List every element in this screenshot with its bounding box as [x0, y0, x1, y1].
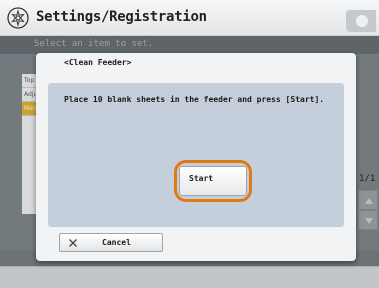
title-bar: Settings/Registration	[0, 0, 379, 36]
status-footer	[0, 266, 379, 288]
instruction-text: Select an item to set.	[34, 39, 154, 49]
cancel-button[interactable]: Cancel	[59, 233, 163, 252]
home-button[interactable]	[346, 10, 376, 32]
instruction-bar: Select an item to set.	[0, 36, 379, 54]
cancel-label: Cancel	[102, 238, 131, 247]
home-icon	[356, 15, 368, 27]
start-button[interactable]: Start	[179, 166, 247, 196]
scroll-down-button[interactable]	[358, 210, 378, 230]
dialog-title: <Clean Feeder>	[64, 58, 132, 67]
arrow-up-icon	[365, 198, 373, 204]
dialog-body: Place 10 blank sheets in the feeder and …	[48, 83, 344, 227]
dialog-message: Place 10 blank sheets in the feeder and …	[64, 95, 325, 104]
page-indicator: 1/1	[359, 174, 376, 184]
close-icon	[69, 239, 77, 247]
page-title: Settings/Registration	[36, 9, 207, 25]
clean-feeder-dialog: <Clean Feeder> Place 10 blank sheets in …	[36, 53, 356, 261]
scroll-up-button[interactable]	[358, 190, 378, 210]
settings-gear-icon	[7, 7, 29, 29]
arrow-down-icon	[365, 218, 373, 224]
